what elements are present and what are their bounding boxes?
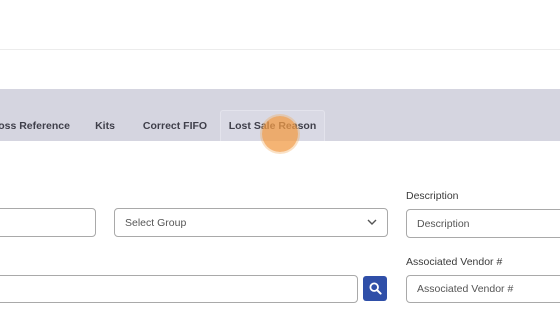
description-label: Description [406,190,459,202]
tab-label: Lost Sale Reason [228,120,317,132]
search-button[interactable] [363,276,387,301]
associated-vendor-label: Associated Vendor # [406,256,503,268]
tab-bar: oss Reference Kits Correct FIFO Lost Sal… [0,89,560,141]
top-header-bar [0,0,560,50]
tab-kits[interactable]: Kits [86,110,124,141]
group-select[interactable]: Select Group [114,208,388,237]
tab-label: oss Reference [0,119,70,132]
group-select-value: Select Group [125,216,187,229]
tab-label: Kits [95,119,115,132]
search-icon [368,282,382,295]
tab-cross-reference[interactable]: oss Reference [0,110,70,141]
associated-vendor-input[interactable] [406,275,560,303]
search-field[interactable] [0,275,358,303]
description-input[interactable] [406,209,560,238]
left-text-field[interactable] [0,208,96,237]
tab-correct-fifo[interactable]: Correct FIFO [136,110,214,141]
tab-label: Correct FIFO [142,119,208,132]
tab-lost-sale-reason[interactable]: Lost Sale Reason [220,110,325,141]
chevron-down-icon [367,219,377,225]
